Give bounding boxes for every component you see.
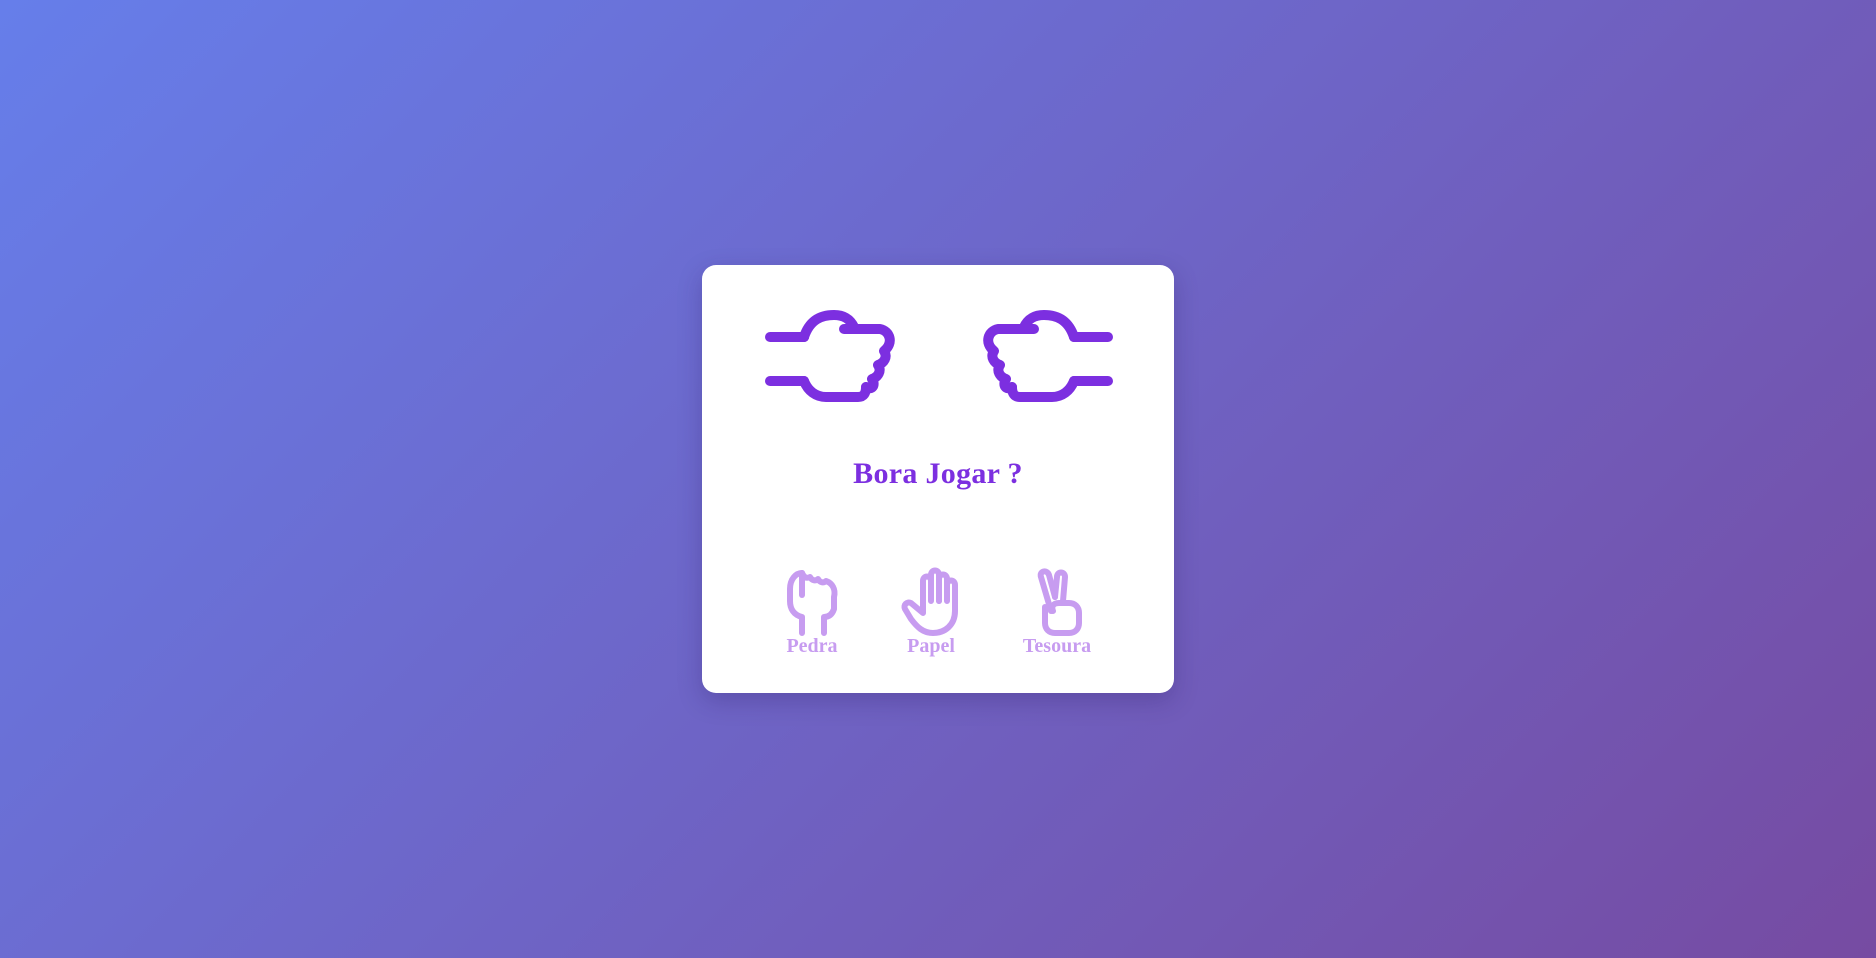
choice-pedra-label: Pedra [786,635,838,657]
choice-tesoura-label: Tesoura [1022,635,1092,657]
choice-papel-label: Papel [907,635,955,657]
game-title: Bora Jogar ? [853,457,1023,490]
fist-pointing-right-icon [764,307,904,417]
scissors-hand-icon [1037,568,1082,636]
rock-hand-icon [787,570,838,636]
choice-papel-button[interactable]: Papel [886,567,976,667]
choice-tesoura-button[interactable]: Tesoura [1012,567,1102,667]
hands-display [702,307,1174,417]
choices-row: Pedra Papel Tesoura [702,567,1174,667]
choice-pedra-button[interactable]: Pedra [767,567,857,667]
paper-hand-icon [901,567,958,636]
game-card: Bora Jogar ? Pedra Papel Tesoura [702,265,1174,693]
fist-pointing-left-icon [974,307,1114,417]
